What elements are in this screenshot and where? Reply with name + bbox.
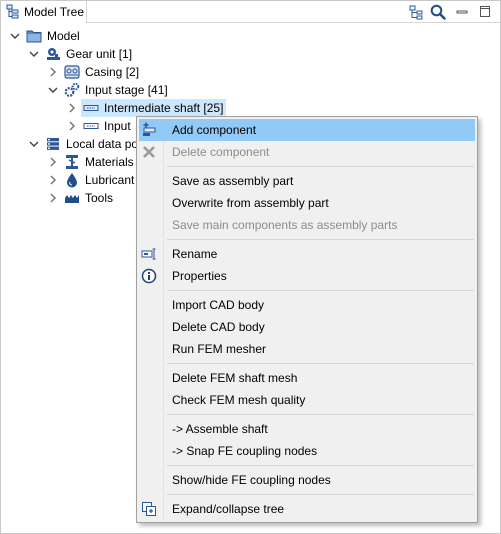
menu-separator	[167, 494, 474, 495]
tools-icon	[64, 190, 80, 206]
tree-label: Intermediate shaft [25]	[104, 101, 224, 115]
menu-item-rename[interactable]: Rename	[139, 243, 475, 265]
menu-item-label: Delete CAD body	[172, 320, 265, 334]
folder-icon	[26, 28, 42, 44]
chevron-right-icon[interactable]	[48, 174, 58, 186]
menu-item-check-fem-quality[interactable]: Check FEM mesh quality	[139, 389, 475, 411]
menu-item-label: Run FEM mesher	[172, 342, 267, 356]
add-component-icon	[141, 122, 157, 138]
menu-item-label: Save main components as assembly parts	[172, 218, 398, 232]
menu-item-label: Properties	[172, 269, 227, 283]
tree-label: Materials	[85, 155, 134, 169]
tree-node-intermediate-shaft[interactable]: Intermediate shaft [25]	[1, 99, 241, 117]
search-button[interactable]	[429, 3, 447, 21]
maximize-icon	[480, 6, 490, 17]
menu-item-run-fem[interactable]: Run FEM mesher	[139, 338, 475, 360]
menu-item-overwrite-from-assembly[interactable]: Overwrite from assembly part	[139, 192, 475, 214]
menu-item-label: Save as assembly part	[172, 174, 294, 188]
chevron-right-icon[interactable]	[48, 66, 58, 78]
tree-label: Input stage [41]	[85, 83, 168, 97]
chevron-right-icon[interactable]	[67, 102, 77, 114]
tree-label: Tools	[85, 191, 114, 205]
menu-item-add-component[interactable]: Add component	[139, 119, 475, 141]
gears-icon	[64, 82, 80, 98]
database-icon	[45, 136, 61, 152]
menu-item-label: Rename	[172, 247, 218, 261]
oil-drop-icon	[64, 172, 80, 188]
menu-item-label: Add component	[172, 123, 257, 137]
link-tree-button[interactable]	[407, 3, 425, 21]
menu-separator	[167, 166, 474, 167]
menu-item-label: -> Snap FE coupling nodes	[172, 444, 318, 458]
tree-label: Lubricant	[85, 173, 135, 187]
menu-separator	[167, 363, 474, 364]
menu-item-delete-cad[interactable]: Delete CAD body	[139, 316, 475, 338]
tree-node-casing[interactable]: Casing [2]	[1, 63, 201, 81]
menu-item-save-as-assembly[interactable]: Save as assembly part	[139, 170, 475, 192]
menu-item-label: Overwrite from assembly part	[172, 196, 329, 210]
menu-item-label: Import CAD body	[172, 298, 265, 312]
shaft-icon	[83, 100, 99, 116]
info-icon	[141, 268, 157, 284]
tab-model-tree[interactable]: Model Tree	[1, 1, 87, 23]
minimize-icon	[456, 10, 468, 14]
panel-tabbar: Model Tree	[1, 1, 500, 23]
tree-label: Input	[104, 119, 131, 133]
menu-item-delete-component[interactable]: Delete component	[139, 141, 475, 163]
maximize-button[interactable]	[476, 3, 494, 21]
tree-node-input-stage[interactable]: Input stage [41]	[1, 81, 201, 99]
minimize-button[interactable]	[453, 3, 471, 21]
menu-item-label: Show/hide FE coupling nodes	[172, 473, 331, 487]
menu-separator	[167, 239, 474, 240]
tree-node-local-data[interactable]: Local data po	[1, 135, 141, 153]
model-tree-panel: Model Tree Model Gear unit [1] Casing [2…	[0, 0, 501, 534]
model-tree-icon	[6, 4, 20, 19]
chevron-down-icon[interactable]	[29, 48, 39, 60]
menu-item-delete-fem-mesh[interactable]: Delete FEM shaft mesh	[139, 367, 475, 389]
gear-unit-icon	[45, 46, 61, 62]
expand-collapse-icon	[141, 501, 157, 517]
casing-icon	[64, 64, 80, 80]
tree-node-materials[interactable]: Materials	[1, 153, 141, 171]
chevron-down-icon[interactable]	[10, 30, 20, 42]
menu-item-expand-collapse[interactable]: Expand/collapse tree	[139, 498, 475, 520]
shaft-icon	[83, 118, 99, 134]
menu-item-properties[interactable]: Properties	[139, 265, 475, 287]
tree-node-input-shaft[interactable]: Input	[1, 117, 141, 135]
rename-icon	[141, 246, 157, 262]
menu-item-label: -> Assemble shaft	[172, 422, 268, 436]
menu-item-show-hide-fe-nodes[interactable]: Show/hide FE coupling nodes	[139, 469, 475, 491]
link-tree-icon	[409, 5, 423, 20]
tree-label: Local data po	[66, 137, 139, 151]
menu-item-label: Expand/collapse tree	[172, 502, 285, 516]
chevron-down-icon[interactable]	[29, 138, 39, 150]
tree-label: Model	[47, 29, 80, 43]
chevron-right-icon[interactable]	[48, 156, 58, 168]
chevron-right-icon[interactable]	[48, 192, 58, 204]
menu-separator	[167, 290, 474, 291]
materials-icon	[64, 154, 80, 170]
menu-separator	[167, 465, 474, 466]
menu-item-label: Check FEM mesh quality	[172, 393, 306, 407]
menu-item-label: Delete FEM shaft mesh	[172, 371, 298, 385]
tree-node-model[interactable]: Model	[1, 27, 201, 45]
tree-label: Gear unit [1]	[66, 47, 133, 61]
delete-x-icon	[141, 144, 157, 160]
tab-title: Model Tree	[24, 5, 85, 19]
menu-item-label: Delete component	[172, 145, 270, 159]
tree-node-lubricants[interactable]: Lubricant	[1, 171, 141, 189]
tree-node-tools[interactable]: Tools	[1, 189, 141, 207]
search-icon	[430, 4, 446, 20]
context-menu: Add component Delete component Save as a…	[136, 116, 478, 523]
chevron-down-icon[interactable]	[48, 84, 58, 96]
chevron-right-icon[interactable]	[67, 120, 77, 132]
menu-item-import-cad[interactable]: Import CAD body	[139, 294, 475, 316]
menu-separator	[167, 414, 474, 415]
menu-item-snap-fe-nodes[interactable]: -> Snap FE coupling nodes	[139, 440, 475, 462]
tree-label: Casing [2]	[85, 65, 140, 79]
menu-item-save-main-components[interactable]: Save main components as assembly parts	[139, 214, 475, 236]
menu-item-assemble-shaft[interactable]: -> Assemble shaft	[139, 418, 475, 440]
tree-node-gear-unit[interactable]: Gear unit [1]	[1, 45, 201, 63]
